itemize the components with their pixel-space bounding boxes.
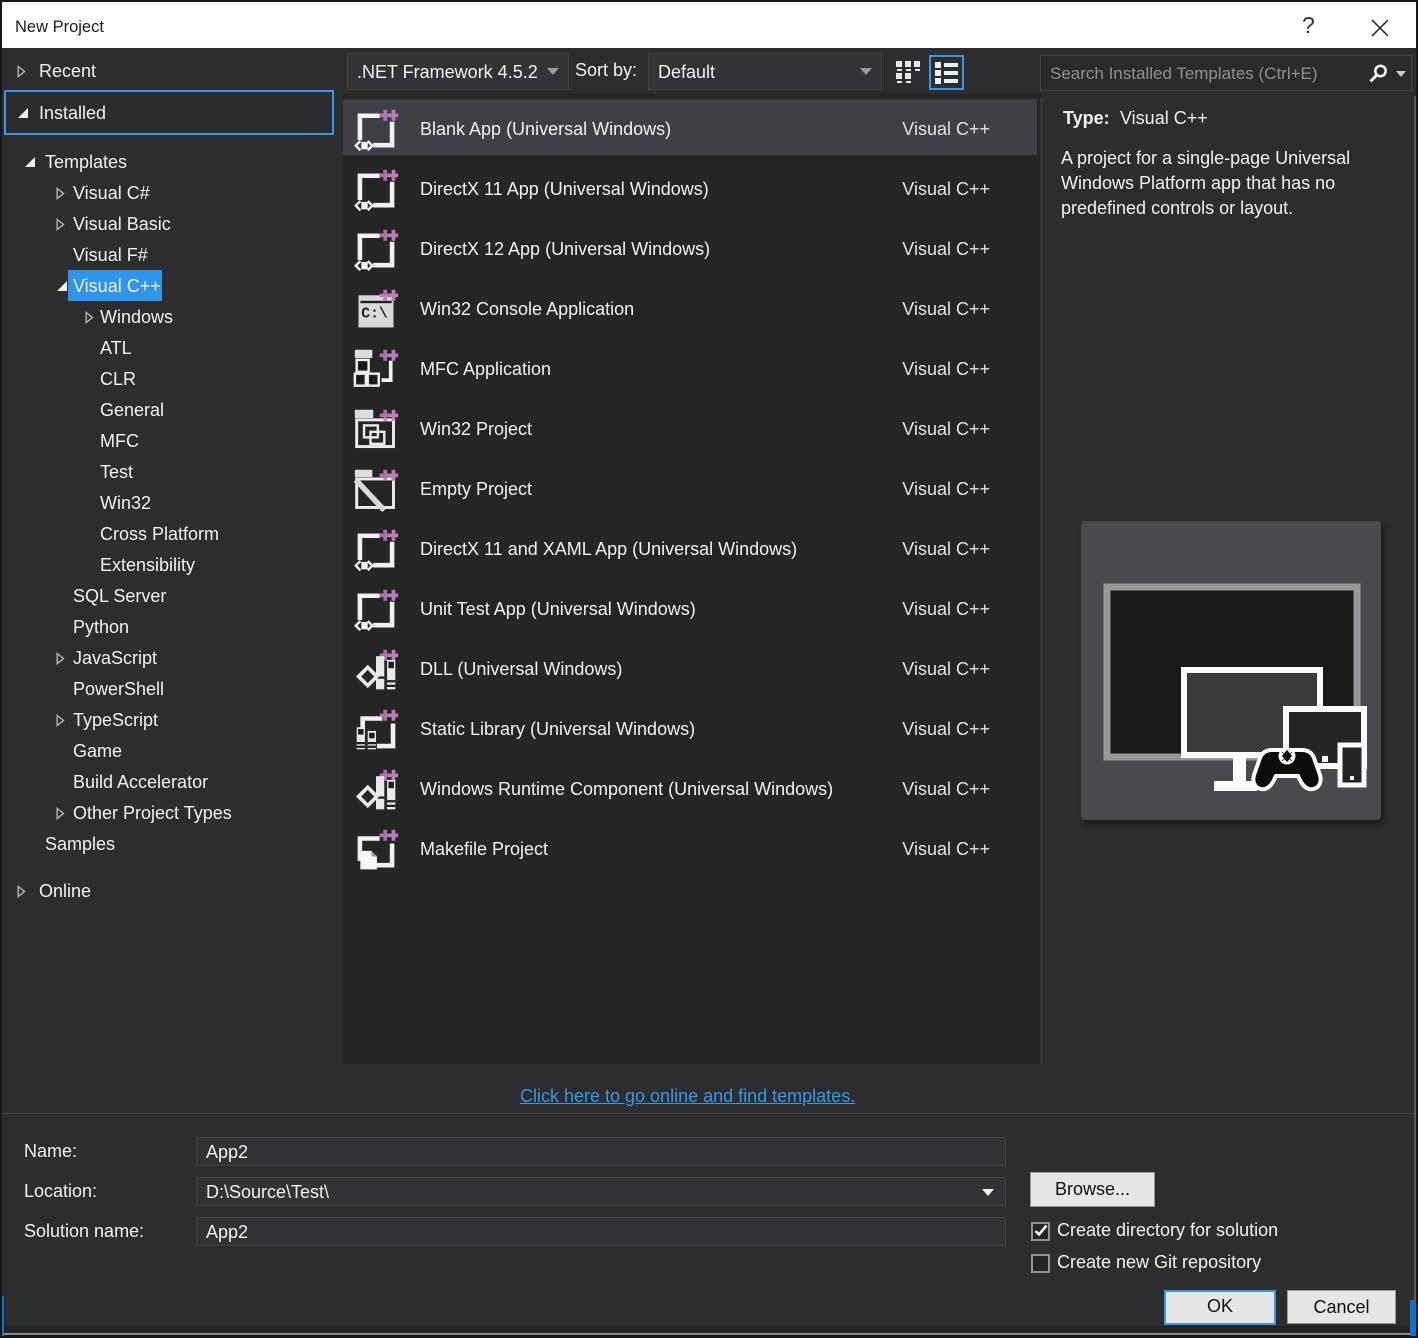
- svg-text:C: C: [370, 375, 377, 386]
- svg-text:C:\: C:\: [361, 306, 388, 322]
- svg-text:F: F: [357, 375, 363, 386]
- svg-text:M: M: [359, 362, 367, 373]
